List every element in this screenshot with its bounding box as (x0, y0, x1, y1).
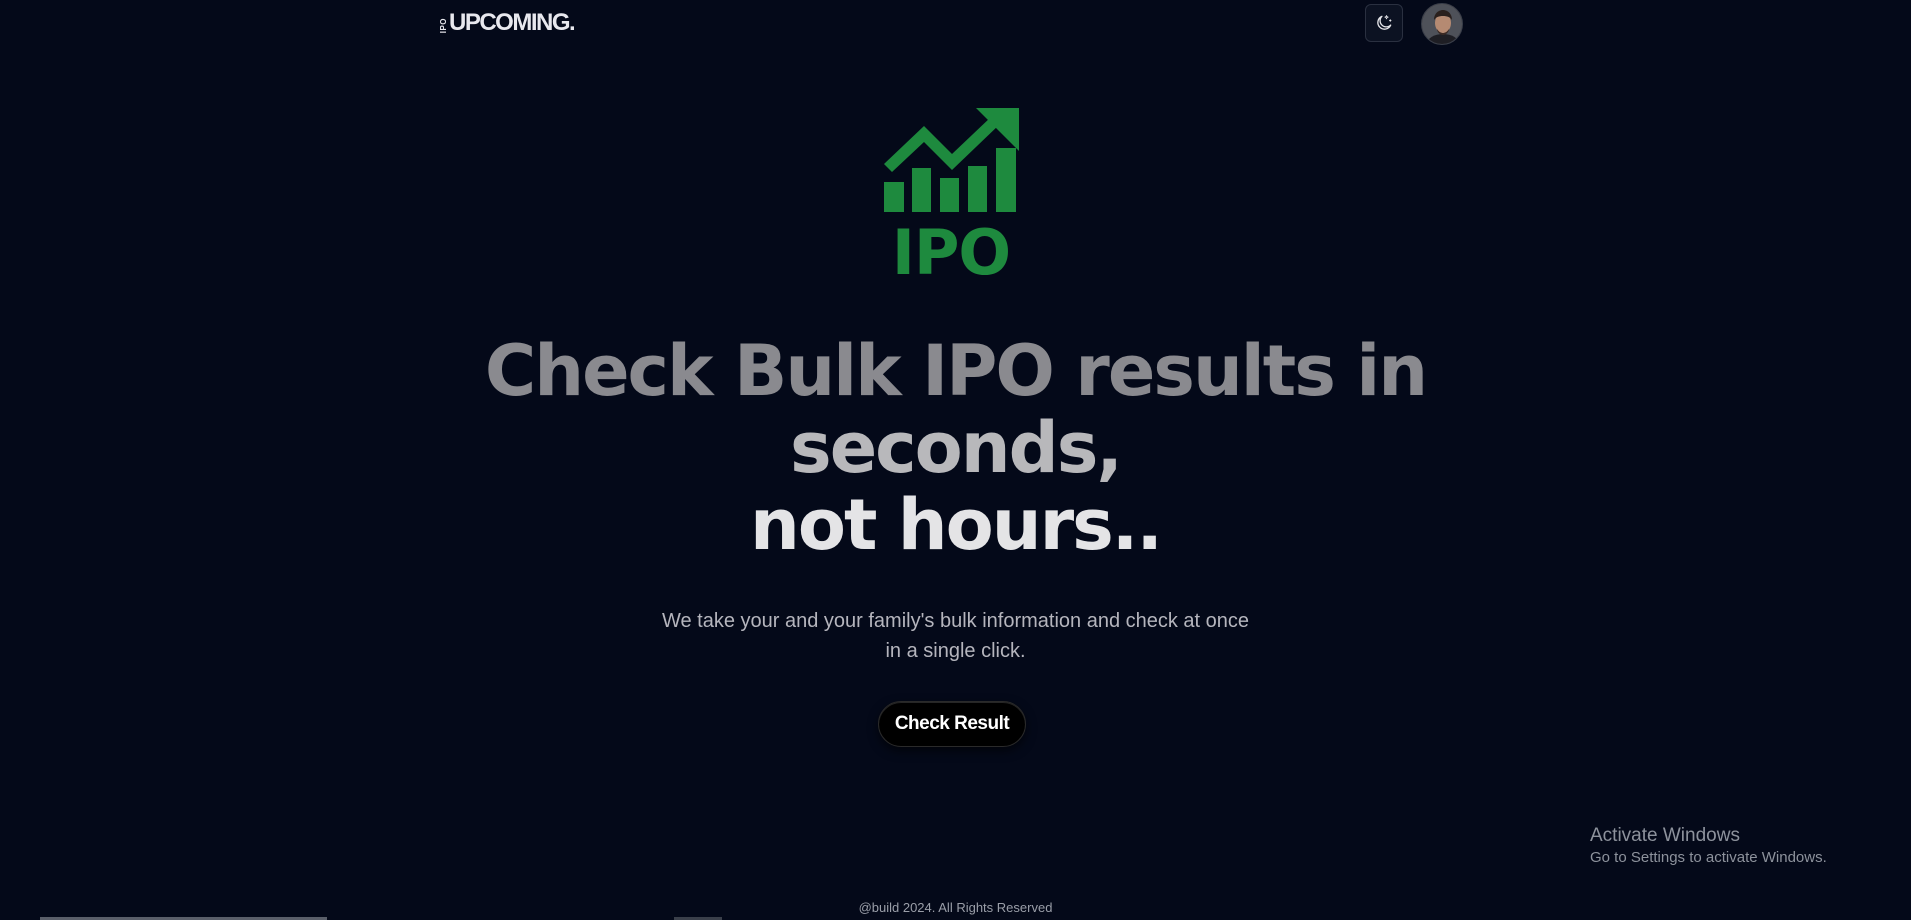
watermark-subtitle: Go to Settings to activate Windows. (1590, 849, 1827, 866)
hero-subtitle: We take your and your family's bulk info… (0, 606, 1911, 666)
top-header: IPO UPCOMING. (439, 0, 1463, 48)
headline-line-3: not hours.. (750, 484, 1163, 566)
footer-copyright: @build 2024. All Rights Reserved (858, 900, 1053, 915)
subtitle-line-2: in a single click. (885, 640, 1026, 662)
check-result-button[interactable]: Check Result (878, 701, 1026, 747)
hero-headline: Check Bulk IPO results in seconds, not h… (0, 333, 1911, 564)
page: IPO UPCOMING. IPO Check Bulk IPO results… (0, 0, 1911, 920)
moon-stars-icon (1377, 15, 1392, 30)
ipo-chart-logo-icon: IPO (884, 108, 1019, 276)
brand-logo[interactable]: IPO UPCOMING. (439, 9, 576, 36)
watermark-title: Activate Windows (1590, 825, 1740, 846)
theme-toggle-button[interactable] (1365, 4, 1403, 42)
avatar-image (1422, 4, 1462, 44)
headline-line-1: Check Bulk IPO results in (484, 330, 1428, 412)
activate-windows-watermark: Activate Windows Go to Settings to activ… (1590, 824, 1827, 868)
headline-line-2: seconds, (790, 407, 1123, 489)
brand-name: UPCOMING. (449, 9, 576, 36)
subtitle-line-1: We take your and your family's bulk info… (661, 610, 1250, 632)
user-avatar[interactable] (1421, 3, 1463, 45)
brand-prefix: IPO (439, 17, 448, 33)
logo-text: IPO (892, 216, 1010, 276)
